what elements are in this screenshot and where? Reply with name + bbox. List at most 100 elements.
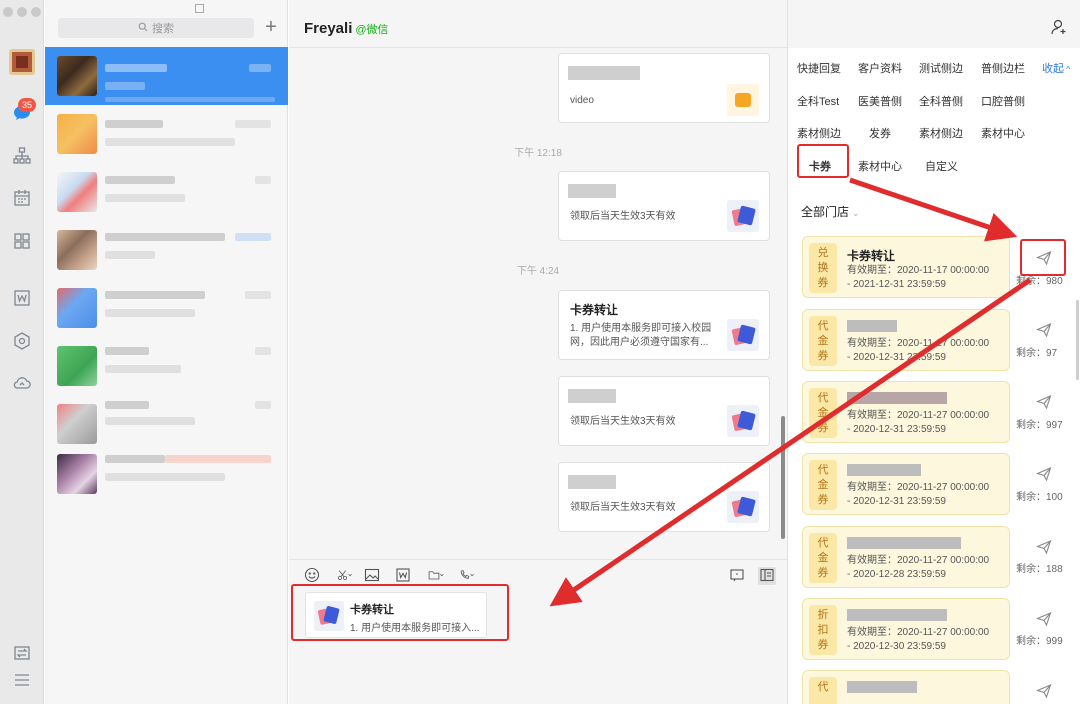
coupon-card[interactable]: 代金券 有效期至：2020-11-27 00:00:00 - 2020-12-31… [802, 453, 1010, 515]
quick-reply-icon[interactable] [728, 567, 746, 585]
folder-icon[interactable] [424, 567, 448, 585]
tab-test-sidebar[interactable]: 测试侧边 [919, 60, 963, 76]
video-message[interactable]: video [558, 53, 770, 123]
sidebar-toggle-icon[interactable] [758, 567, 776, 585]
org-icon[interactable] [12, 146, 32, 166]
minimize-window-button[interactable] [17, 7, 27, 17]
coupon-type: 代金券 [809, 388, 837, 438]
coupon-card[interactable]: 折扣券 有效期至：2020-11-27 00:00:00 - 2020-12-30… [802, 598, 1010, 660]
sidebar-header [788, 0, 1080, 48]
tab-material-center-2[interactable]: 素材中心 [858, 158, 902, 174]
coupon-validity: 有效期至：2020-11-27 00:00:00 - 2020-12-31 23:… [847, 337, 989, 365]
tab-material-sidebar-2[interactable]: 素材侧边 [919, 125, 963, 141]
send-icon[interactable] [1035, 611, 1052, 627]
cloud-icon[interactable] [12, 373, 32, 393]
coupon-valid-start: 有效期至：2020-11-27 00:00:00 [847, 482, 990, 493]
conversation-item[interactable] [45, 221, 288, 279]
conversation-item[interactable] [45, 47, 288, 105]
timestamp: 下午 12:18 [514, 148, 562, 159]
collapse-tabs-button[interactable]: 收起 ^ [1042, 60, 1070, 76]
coupon-message[interactable]: 领取后当天生效3天有效 [558, 376, 770, 446]
coupon-type: 代 [809, 677, 837, 704]
coupon-name-blurred [847, 320, 897, 332]
coupon-message[interactable]: 领取后当天生效3天有效 [558, 171, 770, 241]
sidebar-scrollbar[interactable] [1076, 300, 1079, 380]
tab-custom[interactable]: 自定义 [925, 158, 958, 174]
emoji-icon[interactable] [303, 567, 321, 585]
coupon-card[interactable]: 代金券 有效期至：2020-11-27 00:00:00 - 2020-12-31… [802, 309, 1010, 371]
conversation-name [105, 176, 175, 184]
send-icon[interactable] [1035, 466, 1052, 482]
coupon-name-blurred [847, 392, 947, 404]
tab-material-center[interactable]: 素材中心 [981, 125, 1025, 141]
conversation-name [105, 291, 205, 299]
avatar [57, 114, 97, 154]
store-filter-label: 全部门店 [801, 205, 850, 219]
calendar-icon[interactable] [12, 188, 32, 208]
chat-header: Freyali @微信 [289, 0, 787, 48]
conversation-list: 搜索 + [45, 0, 288, 704]
message-desc: 领取后当天生效3天有效 [570, 211, 676, 222]
send-icon[interactable] [1035, 539, 1052, 555]
add-contact-icon[interactable] [1050, 18, 1068, 36]
tab-general-medicine[interactable]: 全科普侧 [919, 93, 963, 109]
coupon-card[interactable]: 兑换券 卡券转让 有效期至：2020-11-17 00:00:00 - 2021-… [802, 236, 1010, 298]
avatar [57, 172, 97, 212]
tab-dental[interactable]: 口腔普侧 [981, 93, 1025, 109]
my-avatar[interactable] [9, 49, 35, 75]
tab-quick-reply[interactable]: 快捷回复 [797, 60, 841, 76]
search-row: 搜索 + [58, 17, 320, 38]
send-icon[interactable] [1035, 683, 1052, 699]
coupon-card[interactable]: 代金券 有效期至：2020-11-27 00:00:00 - 2020-12-28… [802, 526, 1010, 588]
send-icon[interactable] [1035, 394, 1052, 410]
conversation-preview [105, 309, 195, 317]
send-icon[interactable] [1035, 322, 1052, 338]
doc-icon[interactable] [12, 288, 32, 308]
annotation-box-attachment [291, 584, 509, 641]
tab-material-sidebar[interactable]: 素材侧边 [797, 125, 841, 141]
coupon-message[interactable]: 卡券转让 1. 用户使用本服务即可接入校园网，因此用户必须遵守国家有... [558, 290, 770, 360]
conversation-item[interactable] [45, 279, 288, 337]
avatar [57, 288, 97, 328]
conversation-name [105, 120, 163, 128]
conversation-item[interactable] [45, 105, 288, 163]
conversation-time [249, 64, 271, 72]
coupon-card[interactable]: 代 [802, 670, 1010, 704]
switch-icon[interactable] [12, 643, 32, 663]
menu-icon[interactable] [12, 670, 32, 690]
coupon-message[interactable]: 领取后当天生效3天有效 [558, 462, 770, 532]
coupon-valid-end: - 2020-12-28 23:59:59 [847, 569, 946, 580]
cube-icon[interactable] [12, 331, 32, 351]
doc-icon[interactable] [394, 567, 412, 585]
store-filter[interactable]: 全部门店 ⌄ [801, 203, 860, 220]
tab-issue-coupon[interactable]: 发券 [869, 125, 891, 141]
conversation-item[interactable] [45, 445, 288, 503]
apps-icon[interactable] [12, 231, 32, 251]
conversation-name [105, 347, 149, 355]
coupon-name-blurred [847, 464, 921, 476]
coupon-remaining: 剩余：188 [1016, 564, 1063, 575]
tab-general-sidebar[interactable]: 普侧边栏 [981, 60, 1025, 76]
conversation-preview [105, 417, 195, 425]
tab-medical-beauty[interactable]: 医美普侧 [858, 93, 902, 109]
search-input[interactable]: 搜索 [58, 18, 254, 38]
conversation-preview [105, 251, 155, 259]
conversation-name [105, 401, 149, 409]
zoom-window-button[interactable] [31, 7, 41, 17]
close-window-button[interactable] [3, 7, 13, 17]
coupon-remaining: 剩余：999 [1016, 636, 1063, 647]
conversation-item[interactable] [45, 163, 288, 221]
coupon-valid-start: 有效期至：2020-11-27 00:00:00 [847, 555, 990, 566]
coupon-name: 卡券转让 [847, 249, 896, 263]
phone-icon[interactable] [455, 567, 479, 585]
conversation-item[interactable] [45, 337, 288, 395]
conversation-preview [105, 365, 181, 373]
image-icon[interactable] [363, 567, 381, 585]
chat-scrollbar[interactable] [781, 416, 785, 539]
tab-general-test[interactable]: 全科Test [797, 93, 839, 109]
coupon-validity: 有效期至：2020-11-17 00:00:00 - 2021-12-31 23:… [847, 264, 989, 292]
tab-customer-profile[interactable]: 客户资料 [858, 60, 902, 76]
add-conversation-button[interactable]: + [262, 17, 280, 37]
screenshot-icon[interactable] [333, 567, 357, 585]
coupon-card[interactable]: 代金券 有效期至：2020-11-27 00:00:00 - 2020-12-31… [802, 381, 1010, 443]
